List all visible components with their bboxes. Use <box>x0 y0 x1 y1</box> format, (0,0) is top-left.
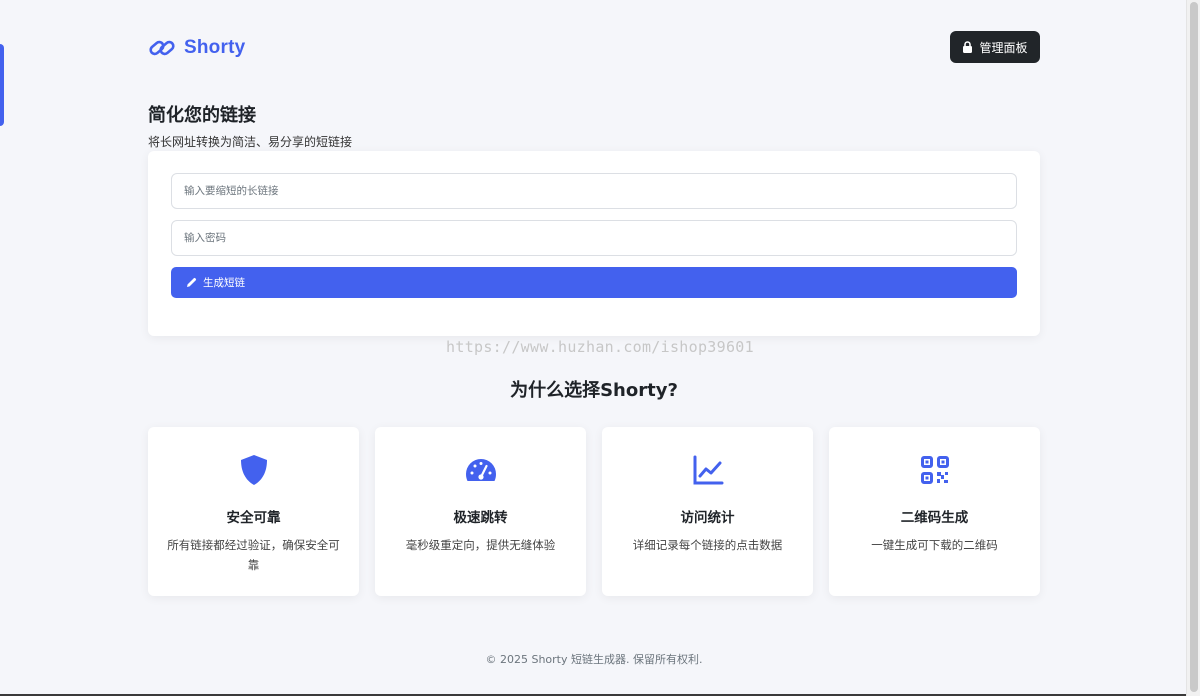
feature-card-stats: 访问统计 详细记录每个链接的点击数据 <box>602 427 813 596</box>
scrollbar[interactable] <box>1186 0 1200 696</box>
hero-subtitle: 将长网址转换为简洁、易分享的短链接 <box>148 135 353 149</box>
watermark-text: https://www.huzhan.com/ishop39601 <box>446 338 754 356</box>
hero-title: 简化您的链接 <box>148 105 256 126</box>
chart-line-icon <box>693 455 723 485</box>
feature-list: 安全可靠 所有链接都经过验证，确保安全可靠 极速跳转 毫秒级重定向，提供无缝体验… <box>148 427 1040 596</box>
password-input[interactable] <box>171 220 1017 256</box>
scrollbar-thumb[interactable] <box>1190 2 1198 692</box>
generate-button-label: 生成短链 <box>203 277 245 289</box>
qrcode-icon <box>920 456 949 484</box>
feature-card-speed: 极速跳转 毫秒级重定向，提供无缝体验 <box>375 427 586 596</box>
lock-icon <box>963 41 973 53</box>
feature-desc: 一键生成可下载的二维码 <box>871 538 998 552</box>
footer-copyright: © 2025 Shorty 短链生成器. 保留所有权利. <box>485 653 703 666</box>
header: Shorty 管理面板 <box>148 30 1040 64</box>
feature-card-qrcode: 二维码生成 一键生成可下载的二维码 <box>829 427 1040 596</box>
long-url-input[interactable] <box>171 173 1017 209</box>
feature-desc: 详细记录每个链接的点击数据 <box>632 538 783 552</box>
logo[interactable]: Shorty <box>148 34 245 62</box>
admin-panel-button[interactable]: 管理面板 <box>950 31 1040 63</box>
feature-card-security: 安全可靠 所有链接都经过验证，确保安全可靠 <box>148 427 359 596</box>
generate-button[interactable]: 生成短链 <box>171 267 1017 298</box>
feature-desc: 所有链接都经过验证，确保安全可靠 <box>167 538 340 572</box>
link-icon <box>149 40 175 56</box>
hero: 简化您的链接 将长网址转换为简洁、易分享的短链接 <box>148 104 1040 150</box>
why-title: 为什么选择Shorty? <box>510 380 678 401</box>
speedometer-icon <box>465 459 496 481</box>
brand-name: Shorty <box>184 37 246 58</box>
shield-icon <box>240 455 267 485</box>
pencil-icon <box>187 277 197 287</box>
shorten-form: 生成短链 <box>148 151 1040 336</box>
admin-panel-label: 管理面板 <box>979 40 1028 55</box>
feature-title: 极速跳转 <box>453 510 508 526</box>
feature-title: 安全可靠 <box>226 510 281 526</box>
feature-title: 二维码生成 <box>900 510 969 526</box>
feature-title: 访问统计 <box>680 510 735 526</box>
side-tab[interactable] <box>0 44 4 126</box>
feature-desc: 毫秒级重定向，提供无缝体验 <box>405 538 556 552</box>
